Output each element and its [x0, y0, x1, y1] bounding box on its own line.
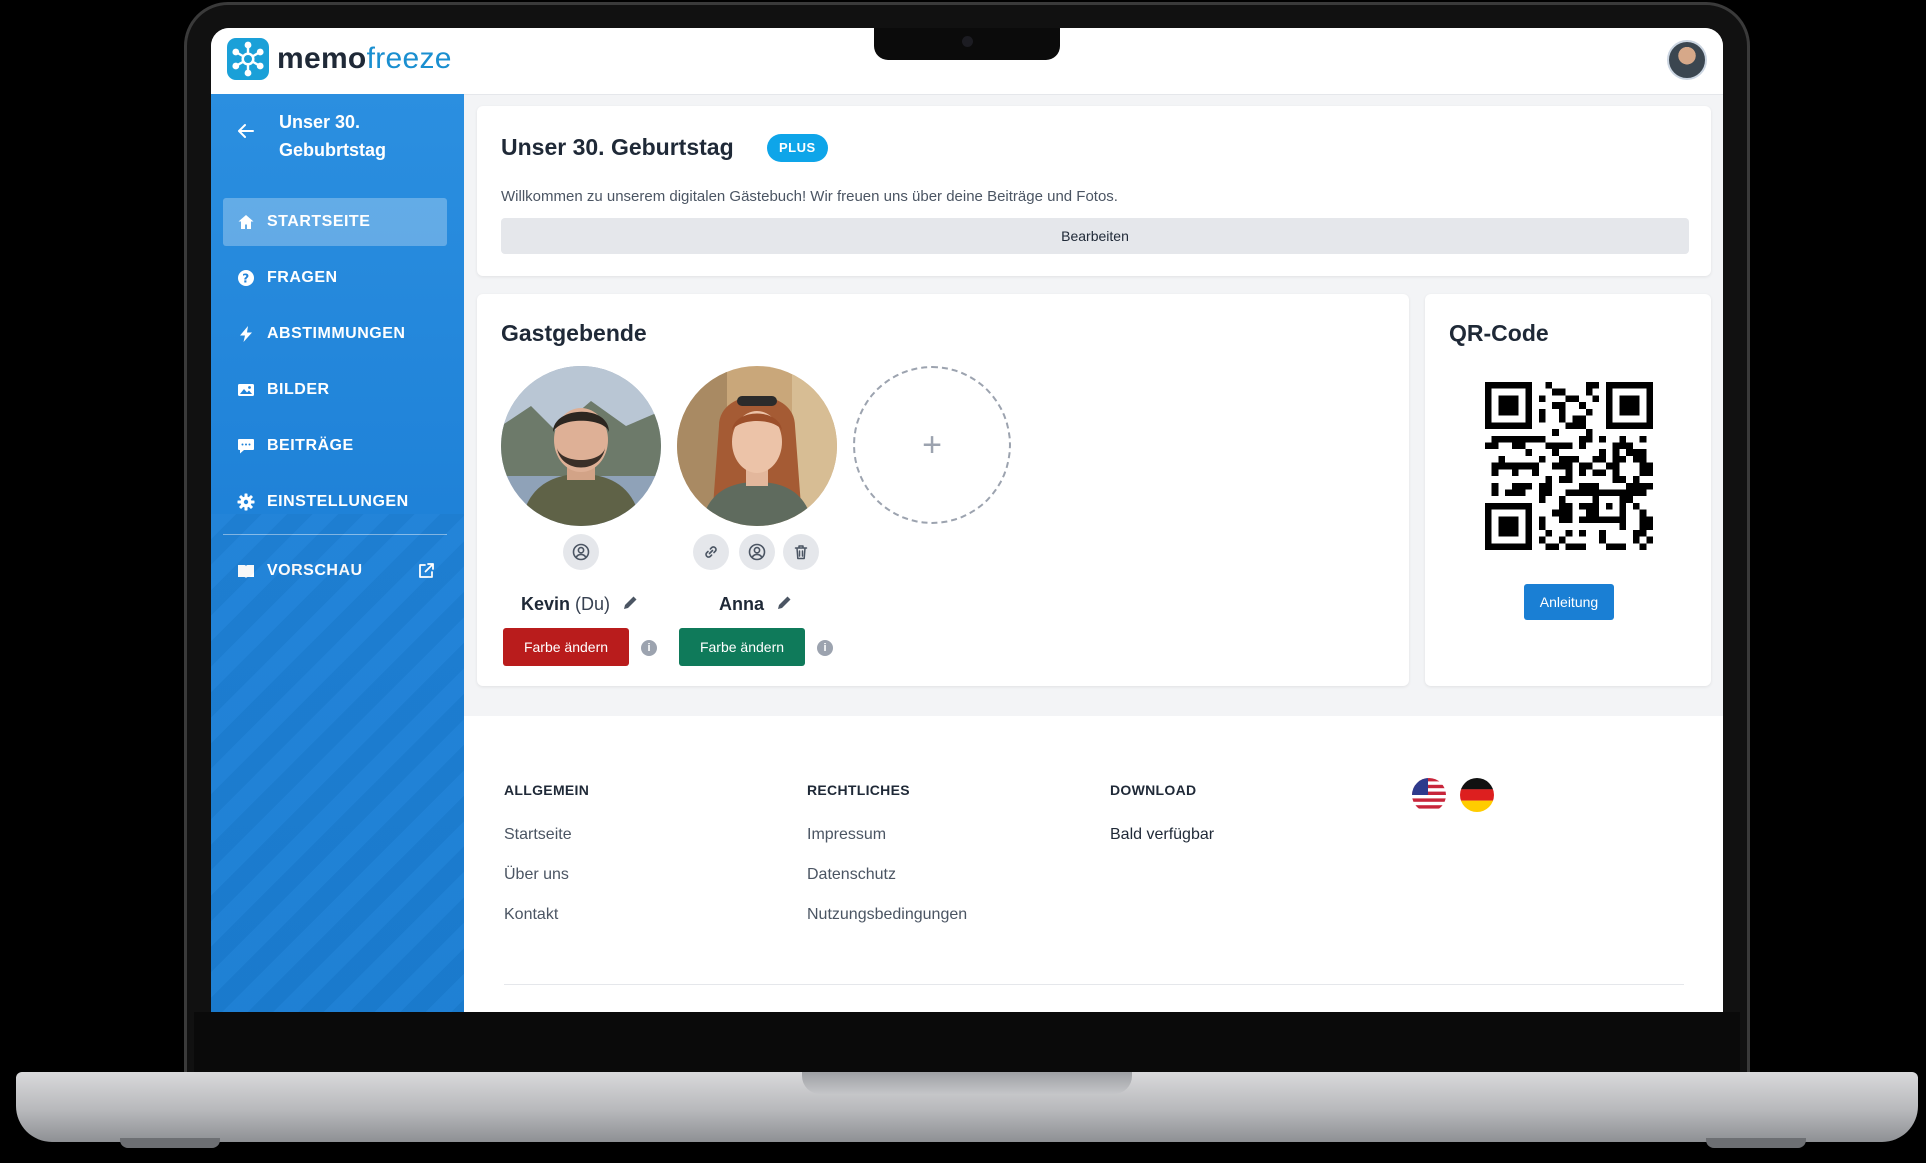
info-icon[interactable]: i — [817, 640, 833, 656]
sidebar-item-label: VORSCHAU — [267, 562, 363, 579]
question-icon: ? — [237, 269, 255, 287]
host-profile-button[interactable] — [563, 534, 599, 570]
guide-button[interactable]: Anleitung — [1524, 584, 1614, 620]
footer-column-allgemein: ALLGEMEIN Startseite Über uns Kontakt — [504, 782, 589, 946]
footer-heading: RECHTLICHES — [807, 782, 910, 798]
book-icon — [237, 562, 255, 580]
sidebar-nav: STARTSEITE ? FRAGEN ABSTIMMUNGEN BILDER — [223, 198, 447, 603]
brand-light: freeze — [366, 42, 452, 75]
change-color-button-kevin[interactable]: Farbe ändern — [503, 628, 629, 666]
sidebar-item-startseite[interactable]: STARTSEITE — [223, 198, 447, 246]
trash-icon — [794, 545, 808, 560]
bolt-icon — [237, 325, 255, 343]
gear-icon — [237, 493, 255, 511]
host-link-button[interactable] — [693, 534, 729, 570]
info-icon[interactable]: i — [641, 640, 657, 656]
footer-divider — [504, 984, 1684, 985]
home-icon — [237, 213, 255, 231]
sidebar-divider — [223, 534, 447, 535]
add-host-button[interactable]: + — [853, 366, 1011, 524]
sidebar-item-fragen[interactable]: ? FRAGEN — [223, 254, 447, 302]
sidebar-item-vorschau[interactable]: VORSCHAU — [223, 547, 447, 595]
footer-link-startseite[interactable]: Startseite — [504, 826, 589, 844]
image-icon — [237, 381, 255, 399]
qr-code[interactable] — [1485, 382, 1653, 550]
link-icon — [705, 546, 717, 558]
user-circle-icon — [572, 543, 590, 561]
page-title: Unser 30. Geburtstag — [501, 134, 734, 160]
host-delete-button[interactable] — [783, 534, 819, 570]
edit-button[interactable]: Bearbeiten — [501, 218, 1689, 254]
svg-text:?: ? — [242, 272, 249, 286]
footer-heading: ALLGEMEIN — [504, 782, 590, 798]
sidebar-item-beitraege[interactable]: BEITRÄGE — [223, 422, 447, 470]
footer: ALLGEMEIN Startseite Über uns Kontakt RE… — [464, 716, 1723, 1012]
host-name-anna: Anna — [719, 594, 919, 615]
footer-link-ueber-uns[interactable]: Über uns — [504, 866, 589, 884]
plus-icon: + — [922, 425, 942, 464]
qr-card: QR-Code Anleitung — [1425, 294, 1711, 686]
sidebar-item-abstimmungen[interactable]: ABSTIMMUNGEN — [223, 310, 447, 358]
host-name-kevin: Kevin (Du) — [521, 594, 721, 615]
host-profile-button[interactable] — [739, 534, 775, 570]
laptop-bezel — [194, 1012, 1740, 1072]
qr-title: QR-Code — [1449, 320, 1549, 346]
sidebar-item-label: STARTSEITE — [267, 213, 371, 230]
pencil-icon[interactable] — [775, 594, 793, 612]
sidebar-item-label: EINSTELLUNGEN — [267, 493, 409, 510]
host-photo-anna[interactable] — [677, 366, 837, 526]
host-you-suffix: (Du) — [575, 594, 611, 614]
plus-badge: PLUS — [767, 134, 828, 162]
laptop-base-notch — [802, 1072, 1132, 1094]
footer-heading: DOWNLOAD — [1110, 782, 1197, 798]
footer-column-rechtliches: RECHTLICHES Impressum Datenschutz Nutzun… — [807, 782, 967, 946]
user-circle-icon — [748, 543, 766, 561]
back-arrow-icon[interactable] — [235, 120, 257, 142]
host-name-text: Anna — [719, 594, 764, 614]
footer-link-nutzungsbedingungen[interactable]: Nutzungsbedingungen — [807, 906, 967, 924]
logo-icon[interactable] — [227, 38, 269, 80]
brand-bold: memo — [277, 42, 367, 75]
footer-link-impressum[interactable]: Impressum — [807, 826, 967, 844]
change-color-button-anna[interactable]: Farbe ändern — [679, 628, 805, 666]
sidebar: Unser 30. Gebubrtstag STARTSEITE ? FRAGE… — [211, 94, 464, 1012]
app-screen: memofreeze Unser 30. Gebubrtstag STARTSE… — [211, 28, 1723, 1012]
welcome-text: Willkommen zu unserem digitalen Gästebuc… — [501, 188, 1118, 205]
sidebar-item-label: BILDER — [267, 381, 330, 398]
pencil-icon[interactable] — [621, 594, 639, 612]
footer-link-datenschutz[interactable]: Datenschutz — [807, 866, 967, 884]
footer-link-kontakt[interactable]: Kontakt — [504, 906, 589, 924]
download-status: Bald verfügbar — [1110, 826, 1215, 843]
host-photo-kevin[interactable] — [501, 366, 661, 526]
sidebar-item-label: FRAGEN — [267, 269, 338, 286]
hosts-title: Gastgebende — [501, 320, 647, 346]
german-flag-icon[interactable] — [1460, 778, 1494, 812]
us-flag-icon[interactable] — [1412, 778, 1446, 812]
chat-icon — [237, 437, 255, 455]
event-title: Unser 30. Gebubrtstag — [279, 112, 387, 160]
camera-notch — [874, 28, 1060, 60]
hosts-card: Gastgebende Kevin (Du) Farbe ändern i An… — [477, 294, 1409, 686]
sidebar-item-label: BEITRÄGE — [267, 437, 354, 454]
welcome-card: Unser 30. Geburtstag PLUS Willkommen zu … — [477, 106, 1711, 276]
host-name-text: Kevin — [521, 594, 571, 614]
laptop-foot-right — [1706, 1138, 1806, 1148]
laptop-foot-left — [120, 1138, 220, 1148]
sidebar-item-label: ABSTIMMUNGEN — [267, 325, 406, 342]
sidebar-item-einstellungen[interactable]: EINSTELLUNGEN — [223, 478, 447, 526]
footer-column-download: DOWNLOAD Bald verfügbar — [1110, 782, 1214, 866]
sidebar-item-bilder[interactable]: BILDER — [223, 366, 447, 414]
brand-wordmark[interactable]: memofreeze — [277, 42, 452, 76]
external-link-icon[interactable] — [417, 562, 435, 580]
user-avatar[interactable] — [1667, 40, 1707, 80]
